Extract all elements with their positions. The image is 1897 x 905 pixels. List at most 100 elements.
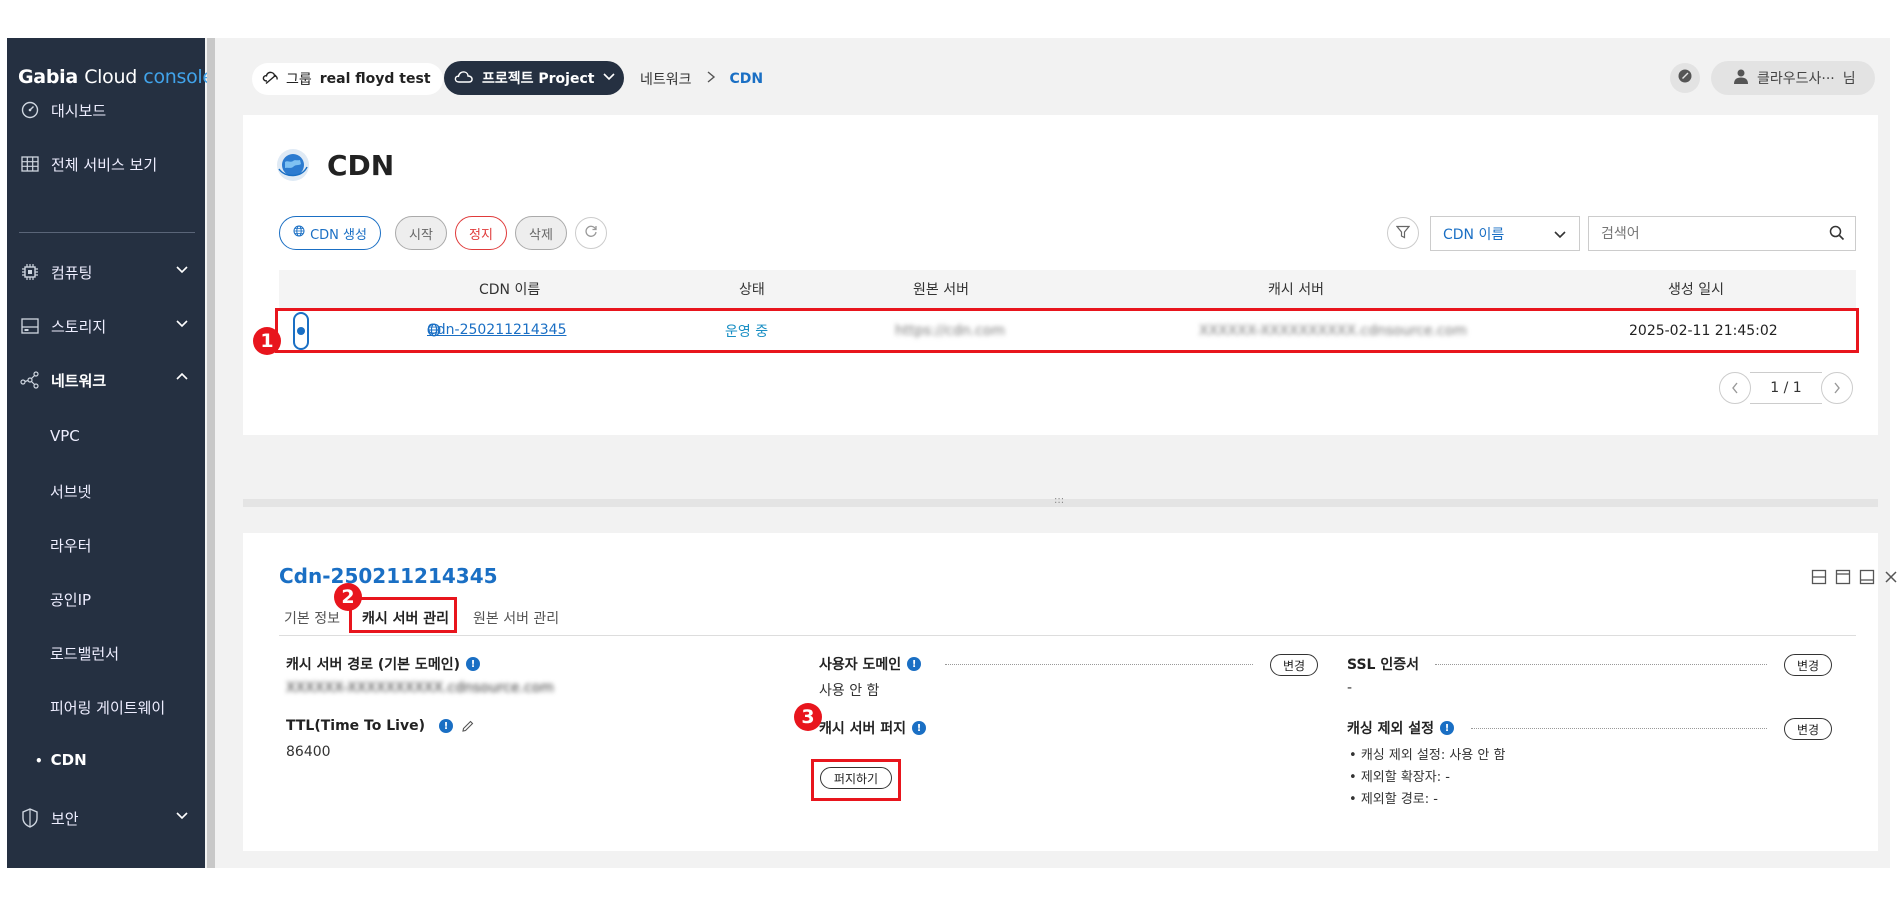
cpu-icon (19, 261, 41, 283)
user-menu-button[interactable]: 클라우드사··· 님 (1711, 61, 1875, 95)
sidebar-item-label: 컴퓨팅 (51, 263, 93, 282)
chat-icon (1677, 68, 1693, 88)
logo-cloud: Cloud (84, 66, 137, 88)
sidebar-subitem-peering-gateway[interactable]: 피어링 게이트웨이 (50, 697, 165, 718)
sidebar-item-computing[interactable]: 컴퓨팅 (19, 258, 195, 286)
panel-resizer[interactable]: ::: (243, 495, 1878, 507)
stop-button[interactable]: 정지 (455, 216, 507, 250)
sidebar-item-network[interactable]: 네트워크 (19, 366, 195, 394)
cache-exclusion-item-text: 제외할 확장자: - (1360, 770, 1450, 785)
project-selector[interactable]: 프로젝트 Project (444, 61, 624, 95)
col-cache[interactable]: 캐시 서버 (1268, 270, 1324, 308)
search-box (1588, 216, 1856, 251)
project-label: 프로젝트 Project (482, 71, 595, 87)
info-icon[interactable]: ! (1440, 721, 1455, 735)
prev-page-button[interactable] (1719, 372, 1751, 404)
cache-exclusion-item: • 캐싱 제외 설정: 사용 안 함 (1349, 748, 1506, 763)
sidebar-item-label: 스토리지 (51, 317, 107, 336)
pencil-icon[interactable] (461, 719, 475, 733)
filter-icon (1395, 224, 1411, 243)
col-created[interactable]: 생성 일시 (1668, 270, 1724, 308)
chat-button[interactable] (1670, 63, 1700, 93)
col-status[interactable]: 상태 (739, 270, 765, 308)
start-button[interactable]: 시작 (395, 216, 447, 250)
search-field-select[interactable]: CDN 이름 (1430, 216, 1580, 251)
sidebar-scrollbar[interactable] (207, 38, 215, 868)
info-icon[interactable]: ! (907, 657, 922, 671)
cache-exclusion-label-text: 캐싱 제외 설정 (1347, 721, 1435, 737)
cache-exclusion-change-button[interactable]: 변경 (1784, 718, 1832, 740)
panel-controls (1811, 569, 1897, 589)
shield-icon (19, 807, 41, 829)
grid-icon (19, 153, 41, 175)
user-name: 클라우드사··· (1757, 71, 1835, 87)
resizer-grip: ::: (1054, 495, 1065, 506)
logo[interactable]: Gabia Cloud console (18, 66, 214, 88)
console-app: Gabia Cloud console 대시보드 전체 서비스 보기 컴퓨팅 스… (7, 38, 1897, 868)
search-icon[interactable] (1829, 225, 1845, 245)
network-icon (19, 369, 41, 391)
breadcrumb: 네트워크 CDN (640, 69, 763, 89)
highlight-box-1 (275, 308, 1859, 353)
tab-origin-server[interactable]: 원본 서버 관리 (473, 600, 559, 636)
search-input[interactable] (1589, 217, 1809, 250)
filter-button[interactable] (1387, 217, 1419, 249)
cache-exclusion-item-text: 캐싱 제외 설정: 사용 안 함 (1360, 748, 1506, 763)
chevron-down-icon (175, 808, 189, 826)
chevron-down-icon (602, 69, 616, 87)
user-domain-change-button[interactable]: 변경 (1270, 654, 1318, 676)
sidebar-divider (19, 232, 195, 233)
breadcrumb-cdn: CDN (729, 71, 764, 87)
chevron-right-icon (706, 71, 716, 87)
delete-button[interactable]: 삭제 (515, 216, 567, 250)
sidebar-item-label: 대시보드 (51, 101, 107, 120)
active-bullet: • (35, 754, 43, 768)
ttl-label: TTL(Time To Live) ! (286, 718, 475, 734)
search-field-value: CDN 이름 (1443, 226, 1505, 243)
cache-exclusion-item: • 제외할 확장자: - (1349, 770, 1450, 785)
tab-basic-info[interactable]: 기본 정보 (284, 600, 340, 636)
sidebar-subitem-router[interactable]: 라우터 (50, 535, 91, 556)
cache-path-value: XXXXXX-XXXXXXXXXX.cdnsource.com (286, 680, 554, 696)
info-icon[interactable]: ! (465, 657, 480, 671)
col-cdn-name[interactable]: CDN 이름 (479, 270, 540, 308)
sidebar-subitem-public-ip[interactable]: 공인IP (50, 589, 91, 610)
sidebar-subitem-load-balancer[interactable]: 로드밸런서 (50, 643, 119, 664)
page-title-text: CDN (327, 148, 395, 182)
chevron-down-icon (175, 262, 189, 280)
table-header: CDN 이름 상태 원본 서버 캐시 서버 생성 일시 (279, 270, 1856, 308)
ttl-value: 86400 (286, 744, 331, 760)
highlight-box-3 (811, 759, 901, 801)
close-icon[interactable] (1883, 569, 1897, 589)
sidebar: Gabia Cloud console 대시보드 전체 서비스 보기 컴퓨팅 스… (7, 38, 214, 868)
sidebar-item-storage[interactable]: 스토리지 (19, 312, 195, 340)
sidebar-item-all-services[interactable]: 전체 서비스 보기 (19, 150, 195, 178)
sidebar-subitem-subnet[interactable]: 서브넷 (50, 481, 91, 502)
sidebar-item-security[interactable]: 보안 (19, 804, 195, 832)
logo-console: console (143, 66, 214, 88)
info-icon[interactable]: ! (438, 719, 453, 733)
sidebar-subitem-vpc[interactable]: VPC (50, 427, 80, 445)
user-icon (1733, 68, 1749, 88)
highlight-box-2 (349, 597, 457, 633)
panel-top-icon[interactable] (1835, 569, 1851, 589)
sidebar-subitem-cdn[interactable]: • CDN (35, 751, 87, 769)
cdn-detail-panel: Cdn-250211214345 기본 정보 캐시 서버 관리 원본 서버 관리… (243, 533, 1897, 851)
panel-bottom-icon[interactable] (1859, 569, 1875, 589)
sidebar-subitem-label: CDN (50, 751, 87, 769)
info-icon[interactable]: ! (912, 721, 927, 735)
col-origin[interactable]: 원본 서버 (913, 270, 969, 308)
refresh-button[interactable] (575, 217, 607, 249)
user-suffix: 님 (1842, 71, 1856, 87)
next-page-button[interactable] (1821, 372, 1853, 404)
split-horizontal-icon[interactable] (1811, 569, 1827, 589)
ssl-change-button[interactable]: 변경 (1784, 654, 1832, 676)
sidebar-item-label: 네트워크 (51, 371, 107, 390)
group-label: 그룹 (286, 72, 312, 88)
detail-tabs: 기본 정보 캐시 서버 관리 원본 서버 관리 (279, 600, 1856, 636)
group-selector[interactable]: 그룹 real floyd test (252, 63, 443, 95)
create-cdn-button[interactable]: CDN 생성 (279, 216, 381, 250)
sidebar-item-dashboard[interactable]: 대시보드 (19, 96, 195, 124)
dashboard-icon (19, 99, 41, 121)
breadcrumb-network[interactable]: 네트워크 (640, 69, 692, 89)
